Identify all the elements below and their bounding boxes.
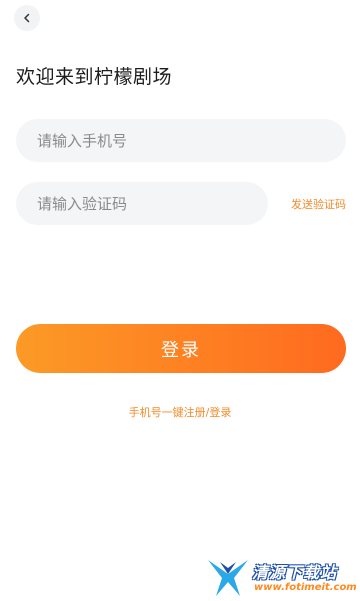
verification-code-input[interactable] <box>16 182 268 225</box>
login-button[interactable]: 登录 <box>16 324 346 373</box>
page-title: 欢迎来到柠檬剧场 <box>16 66 173 88</box>
phone-input[interactable] <box>16 119 346 162</box>
login-page: 欢迎来到柠檬剧场 发送验证码 登录 手机号一键注册/登录 清源下载站 www.f… <box>0 0 360 601</box>
one-key-login-link[interactable]: 手机号一键注册/登录 <box>0 404 360 420</box>
watermark-emblem-icon <box>208 560 248 596</box>
watermark-url: www.fotimeit.com <box>254 582 357 593</box>
chevron-left-icon <box>24 13 30 23</box>
login-button-label: 登录 <box>161 339 201 361</box>
watermark-logo: 清源下载站 www.fotimeit.com <box>206 556 357 600</box>
send-code-link[interactable]: 发送验证码 <box>291 196 346 212</box>
back-button[interactable] <box>14 5 40 31</box>
watermark-name: 清源下载站 <box>252 563 338 582</box>
